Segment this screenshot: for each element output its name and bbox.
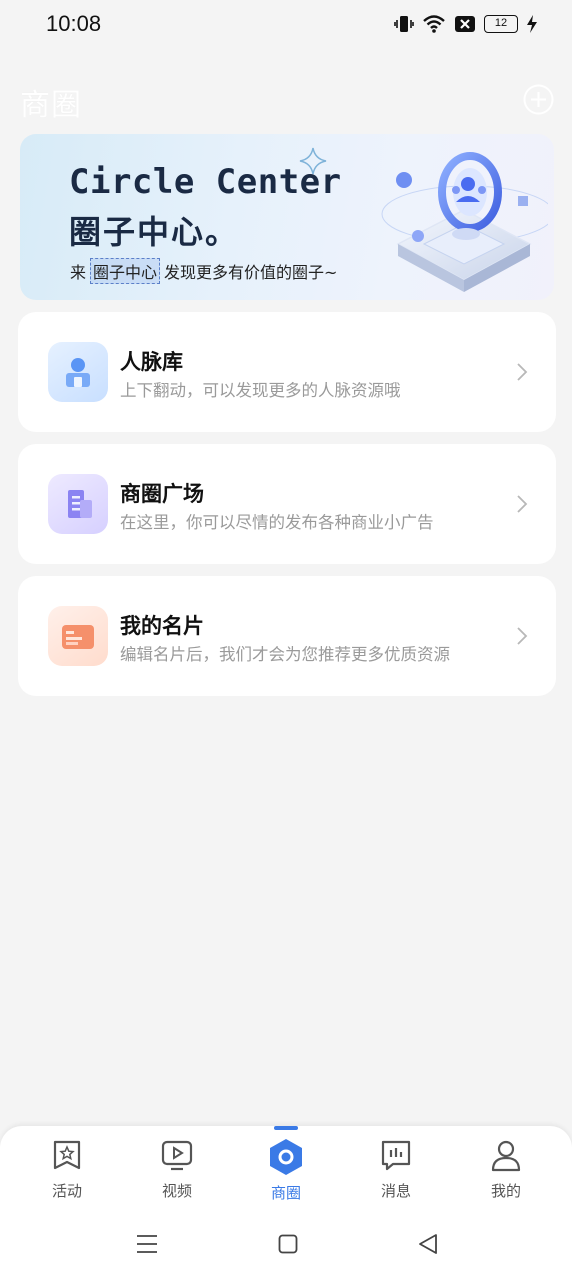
card-my-business-card[interactable]: 我的名片 编辑名片后，我们才会为您推荐更多优质资源 — [18, 576, 556, 696]
card-contacts[interactable]: 人脉库 上下翻动，可以发现更多的人脉资源哦 — [18, 312, 556, 432]
tab-label: 商圈 — [270, 1184, 301, 1202]
status-time: 10:08 — [46, 11, 102, 36]
tab-label: 我的 — [490, 1182, 521, 1200]
charging-icon — [527, 15, 537, 33]
card-title: 商圈广场 — [120, 482, 204, 506]
tab-messages[interactable]: 消息 — [356, 1138, 436, 1201]
home-square-icon[interactable] — [278, 1234, 298, 1254]
vibrate-icon — [394, 16, 414, 32]
person-icon — [491, 1140, 521, 1172]
banner-subtitle: 来 圈子中心 发现更多有价值的圈子~ — [70, 258, 337, 284]
page-title: 商圈 — [20, 88, 82, 123]
card-description: 在这里，你可以尽情的发布各种商业小广告 — [120, 513, 434, 532]
star-bookmark-icon — [53, 1140, 81, 1170]
message-icon — [381, 1140, 411, 1171]
chevron-right-icon — [517, 627, 528, 645]
tab-activity[interactable]: 活动 — [27, 1138, 107, 1201]
add-circle-icon[interactable] — [523, 84, 554, 115]
card-description: 编辑名片后，我们才会为您推荐更多优质资源 — [120, 645, 450, 664]
status-icons: 12 — [394, 14, 538, 34]
card-title: 人脉库 — [120, 350, 183, 374]
menu-lines-icon[interactable] — [136, 1234, 158, 1254]
tab-video[interactable]: 视频 — [137, 1138, 217, 1201]
banner-title-en: Circle Center — [69, 162, 342, 202]
video-icon — [161, 1140, 193, 1171]
chevron-right-icon — [517, 363, 528, 381]
status-bar: 10:08 12 — [0, 0, 572, 50]
chevron-right-icon — [517, 495, 528, 513]
card-title: 我的名片 — [120, 614, 204, 638]
battery-indicator: 12 — [484, 15, 518, 33]
no-sim-icon — [455, 16, 475, 32]
tab-label: 视频 — [161, 1182, 192, 1200]
active-tab-indicator — [274, 1126, 298, 1130]
back-triangle-icon[interactable] — [418, 1233, 438, 1255]
building-icon — [48, 474, 108, 534]
card-business-square[interactable]: 商圈广场 在这里，你可以尽情的发布各种商业小广告 — [18, 444, 556, 564]
banner-illustration — [381, 152, 548, 292]
bottom-navigation: 活动 视频 商圈 消息 我的 — [0, 1126, 572, 1280]
banner-subtitle-highlight: 圈子中心 — [90, 258, 161, 284]
banner-title-cn: 圈子中心。 — [69, 213, 240, 251]
tab-label: 消息 — [380, 1182, 411, 1200]
contacts-icon — [48, 342, 108, 402]
circle-hex-icon — [270, 1139, 302, 1175]
tab-business-circle[interactable]: 商圈 — [246, 1138, 326, 1203]
tab-profile[interactable]: 我的 — [466, 1138, 546, 1201]
banner-subtitle-pre: 来 — [70, 263, 87, 282]
card-description: 上下翻动，可以发现更多的人脉资源哦 — [120, 381, 401, 400]
wifi-icon — [423, 15, 445, 33]
circle-center-banner[interactable]: Circle Center 圈子中心。 来 圈子中心 发现更多有价值的圈子~ — [20, 134, 554, 300]
tab-label: 活动 — [51, 1182, 82, 1200]
banner-subtitle-post: 发现更多有价值的圈子~ — [164, 263, 338, 282]
card-icon — [48, 606, 108, 666]
